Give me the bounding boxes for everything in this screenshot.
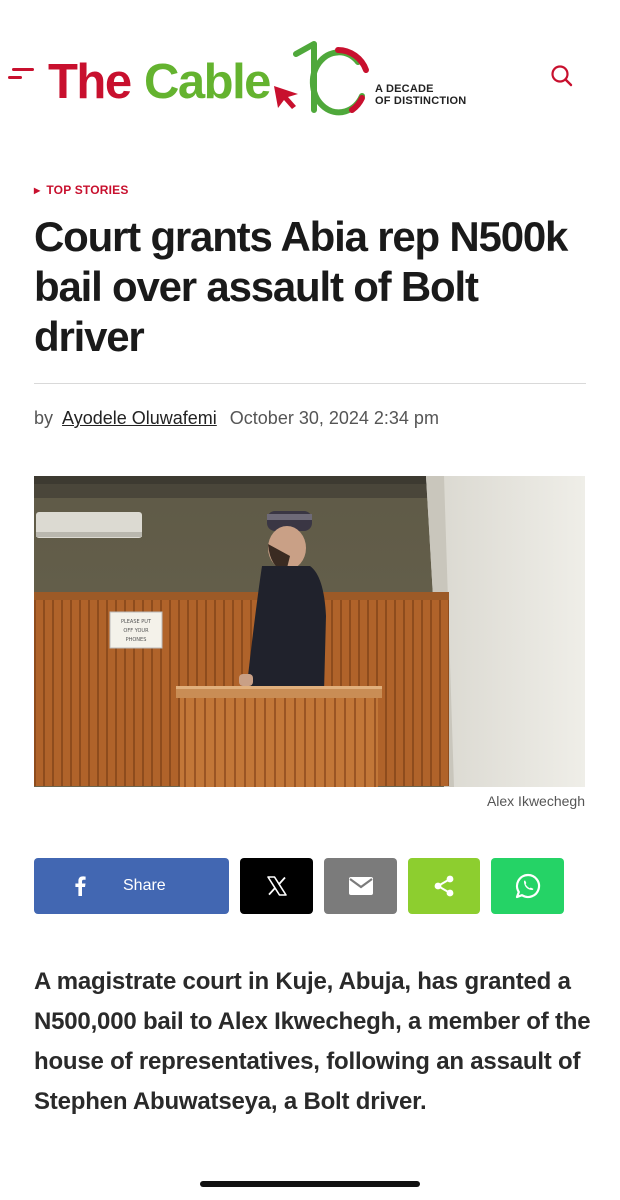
facebook-icon xyxy=(75,876,86,896)
whatsapp-share-button[interactable] xyxy=(491,858,564,914)
hamburger-icon-line-bottom xyxy=(8,76,22,79)
sign-text-line2: OFF YOUR xyxy=(123,628,149,634)
facebook-share-button[interactable]: Share xyxy=(34,858,229,914)
logo-text-the: The xyxy=(48,55,132,109)
logo-text-cable: Cable xyxy=(144,55,271,109)
logo-tagline: A DECADE OF DISTINCTION xyxy=(375,83,466,107)
x-share-button[interactable] xyxy=(240,858,313,914)
generic-share-button[interactable] xyxy=(408,858,480,914)
triangle-right-icon: ▶ xyxy=(34,186,41,195)
x-icon xyxy=(266,876,287,896)
menu-button[interactable] xyxy=(8,68,34,82)
category-link[interactable]: ▶ TOP STORIES xyxy=(34,183,129,197)
ten-years-emblem-icon xyxy=(293,41,369,116)
mail-icon xyxy=(348,877,373,895)
hamburger-icon-line-top xyxy=(12,68,34,71)
category-label: TOP STORIES xyxy=(46,183,129,197)
byline: by Ayodele Oluwafemi October 30, 2024 2:… xyxy=(34,408,439,429)
share-icon xyxy=(434,875,454,897)
site-header: The Cable A DECADE OF DISTINCTION xyxy=(0,0,620,140)
whatsapp-icon xyxy=(515,873,540,899)
search-icon xyxy=(551,65,573,87)
article-photo: PLEASE PUT OFF YOUR PHONES xyxy=(34,476,585,787)
publish-date: October 30, 2024 2:34 pm xyxy=(229,408,439,428)
site-logo[interactable]: The Cable A DECADE OF DISTINCTION xyxy=(48,40,488,120)
email-share-button[interactable] xyxy=(324,858,397,914)
logo-tagline-line2: OF DISTINCTION xyxy=(375,95,467,107)
article-lead-paragraph: A magistrate court in Kuje, Abuja, has g… xyxy=(34,968,591,1115)
author-link[interactable]: Ayodele Oluwafemi xyxy=(62,408,217,428)
byline-prefix: by xyxy=(34,408,54,428)
logo-tagline-line1: A DECADE xyxy=(375,83,434,95)
sign-text-line1: PLEASE PUT xyxy=(121,619,152,625)
photo-caption: Alex Ikwechegh xyxy=(486,793,585,809)
courtroom-photo: PLEASE PUT OFF YOUR PHONES xyxy=(34,476,585,787)
article-title: Court grants Abia rep N500k bail over as… xyxy=(34,213,568,360)
facebook-share-label: Share xyxy=(123,877,166,894)
sign-text-line3: PHONES xyxy=(126,637,147,643)
search-button[interactable] xyxy=(550,64,574,88)
home-indicator[interactable] xyxy=(200,1181,420,1187)
divider xyxy=(34,383,586,384)
